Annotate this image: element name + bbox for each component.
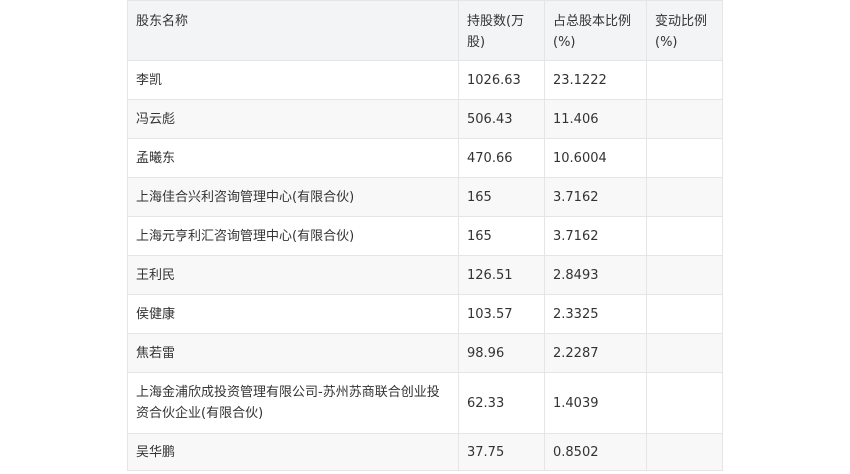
- cell-share-ratio: 2.2287: [544, 333, 647, 373]
- cell-change-ratio: [646, 216, 723, 256]
- cell-shareholder-name: 王利民: [127, 255, 459, 295]
- cell-change-ratio: [646, 294, 723, 334]
- cell-share-ratio: 2.3325: [544, 294, 647, 334]
- table-row: 孟曦东 470.66 10.6004: [127, 138, 723, 178]
- header-shares-held: 持股数(万股): [458, 0, 545, 61]
- cell-change-ratio: [646, 255, 723, 295]
- cell-share-ratio: 23.1222: [544, 60, 647, 100]
- cell-shareholder-name: 李凯: [127, 60, 459, 100]
- cell-change-ratio: [646, 177, 723, 217]
- cell-shares-held: 98.96: [458, 333, 545, 373]
- cell-change-ratio: [646, 138, 723, 178]
- cell-shares-held: 506.43: [458, 99, 545, 139]
- cell-change-ratio: [646, 433, 723, 471]
- cell-shares-held: 470.66: [458, 138, 545, 178]
- cell-share-ratio: 2.8493: [544, 255, 647, 295]
- table-row: 侯健康 103.57 2.3325: [127, 294, 723, 334]
- shareholder-table-container: 股东名称 持股数(万股) 占总股本比例(%) 变动比例(%) 李凯 1026.6…: [127, 0, 723, 471]
- cell-share-ratio: 11.406: [544, 99, 647, 139]
- cell-shareholder-name: 上海金浦欣成投资管理有限公司-苏州苏商联合创业投资合伙企业(有限合伙): [127, 372, 459, 434]
- cell-change-ratio: [646, 60, 723, 100]
- cell-shares-held: 1026.63: [458, 60, 545, 100]
- header-row: 股东名称 持股数(万股) 占总股本比例(%) 变动比例(%): [127, 0, 723, 61]
- table-header: 股东名称 持股数(万股) 占总股本比例(%) 变动比例(%): [127, 0, 723, 61]
- cell-shareholder-name: 上海佳合兴利咨询管理中心(有限合伙): [127, 177, 459, 217]
- header-shareholder-name: 股东名称: [127, 0, 459, 61]
- cell-shares-held: 126.51: [458, 255, 545, 295]
- cell-change-ratio: [646, 333, 723, 373]
- cell-change-ratio: [646, 372, 723, 434]
- table-row: 焦若雷 98.96 2.2287: [127, 333, 723, 373]
- table-row: 吴华鹏 37.75 0.8502: [127, 433, 723, 471]
- cell-share-ratio: 10.6004: [544, 138, 647, 178]
- cell-shares-held: 165: [458, 177, 545, 217]
- cell-shareholder-name: 冯云彪: [127, 99, 459, 139]
- cell-shareholder-name: 上海元亨利汇咨询管理中心(有限合伙): [127, 216, 459, 256]
- table-row: 上海金浦欣成投资管理有限公司-苏州苏商联合创业投资合伙企业(有限合伙) 62.3…: [127, 372, 723, 434]
- table-row: 上海元亨利汇咨询管理中心(有限合伙) 165 3.7162: [127, 216, 723, 256]
- header-change-ratio: 变动比例(%): [646, 0, 723, 61]
- table-row: 王利民 126.51 2.8493: [127, 255, 723, 295]
- table-body: 李凯 1026.63 23.1222 冯云彪 506.43 11.406 孟曦东…: [127, 60, 723, 471]
- cell-shareholder-name: 焦若雷: [127, 333, 459, 373]
- table-row: 冯云彪 506.43 11.406: [127, 99, 723, 139]
- shareholder-table: 股东名称 持股数(万股) 占总股本比例(%) 变动比例(%) 李凯 1026.6…: [127, 0, 723, 471]
- cell-shares-held: 37.75: [458, 433, 545, 471]
- cell-share-ratio: 1.4039: [544, 372, 647, 434]
- cell-shares-held: 62.33: [458, 372, 545, 434]
- cell-share-ratio: 3.7162: [544, 216, 647, 256]
- table-row: 李凯 1026.63 23.1222: [127, 60, 723, 100]
- cell-shareholder-name: 侯健康: [127, 294, 459, 334]
- cell-shareholder-name: 孟曦东: [127, 138, 459, 178]
- table-row: 上海佳合兴利咨询管理中心(有限合伙) 165 3.7162: [127, 177, 723, 217]
- cell-shareholder-name: 吴华鹏: [127, 433, 459, 471]
- cell-change-ratio: [646, 99, 723, 139]
- header-share-ratio: 占总股本比例(%): [544, 0, 647, 61]
- cell-shares-held: 103.57: [458, 294, 545, 334]
- cell-shares-held: 165: [458, 216, 545, 256]
- cell-share-ratio: 3.7162: [544, 177, 647, 217]
- cell-share-ratio: 0.8502: [544, 433, 647, 471]
